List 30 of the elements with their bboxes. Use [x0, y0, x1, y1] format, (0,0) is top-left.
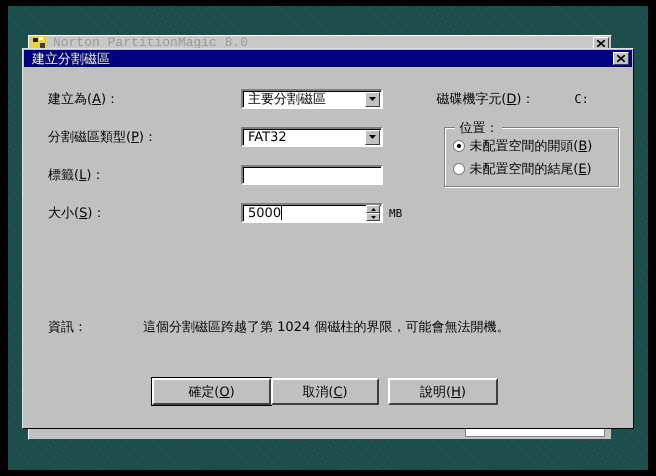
dialog-button[interactable]: 說明(H) [388, 378, 498, 405]
caret-icon [369, 135, 376, 139]
radio-button[interactable] [453, 140, 466, 152]
close-icon [617, 55, 625, 62]
drive-letter: C: [574, 92, 589, 106]
info-label: 資訊： [48, 319, 88, 336]
info-message: 這個分割磁區跨越了第 1024 個磁柱的界限，可能會無法開機。 [143, 319, 510, 336]
dialog-button[interactable]: 確定(O) [152, 378, 271, 405]
field-label: 標籤(L)： [48, 167, 106, 184]
radio-button[interactable] [453, 163, 466, 175]
caret-icon [369, 97, 376, 101]
dropdown[interactable]: FAT32 [241, 127, 383, 147]
close-button[interactable] [613, 52, 629, 65]
field-label: 分割磁區類型(P)： [48, 129, 158, 146]
unit-label: MB [389, 206, 402, 220]
size-spinner[interactable]: 5000 [241, 203, 383, 223]
dialog-button[interactable]: 取消(C) [271, 378, 379, 405]
group-title: 位置： [455, 119, 502, 137]
up-icon [370, 208, 376, 210]
field-label: 磁碟機字元(D)： [436, 91, 534, 108]
option-label[interactable]: 未配置空間的開頭(B) [469, 137, 592, 155]
field-label: 大小(S)： [48, 205, 106, 222]
close-icon [597, 40, 605, 46]
dropdown[interactable]: 主要分割磁區 [241, 89, 383, 109]
dialog-title: 建立分割磁區 [32, 50, 110, 68]
field-label: 建立為(A)： [48, 91, 120, 108]
input-field[interactable] [241, 165, 383, 185]
option-label[interactable]: 未配置空間的結尾(E) [469, 160, 592, 178]
down-icon [370, 216, 376, 218]
close-button[interactable] [593, 36, 609, 50]
